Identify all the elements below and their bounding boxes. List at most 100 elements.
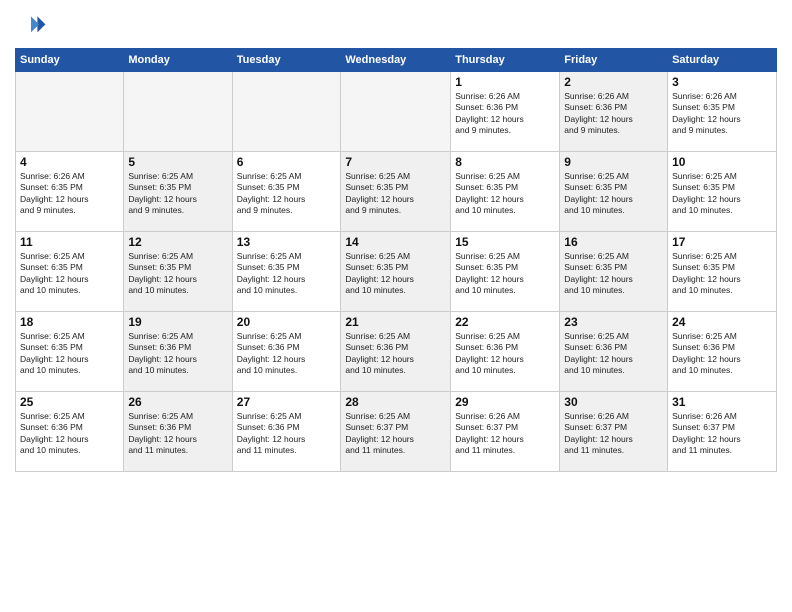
day-number: 17 [672,235,772,249]
day-number: 3 [672,75,772,89]
day-number: 6 [237,155,337,169]
logo-icon [15,10,47,42]
calendar-week-row: 25Sunrise: 6:25 AM Sunset: 6:36 PM Dayli… [16,392,777,472]
calendar-cell: 23 Sunrise: 6:25 AM Sunset: 6:36 PM Dayli… [560,312,668,392]
calendar-cell: 11Sunrise: 6:25 AM Sunset: 6:35 PM Dayli… [16,232,124,312]
calendar-cell [124,72,232,152]
day-info: Sunrise: 6:25 AM Sunset: 6:37 PM Dayligh… [345,411,446,457]
weekday-header: Thursday [451,49,560,72]
calendar-header-row: SundayMondayTuesdayWednesdayThursdayFrid… [16,49,777,72]
day-info: Sunrise: 6:26 AM Sunset: 6:37 PM Dayligh… [672,411,772,457]
calendar-cell [16,72,124,152]
day-number: 18 [20,315,119,329]
day-info: Sunrise: 6:25 AM Sunset: 6:36 PM Dayligh… [455,331,555,377]
calendar-cell: 25Sunrise: 6:25 AM Sunset: 6:36 PM Dayli… [16,392,124,472]
calendar-cell: 6 Sunrise: 6:25 AM Sunset: 6:35 PM Daylig… [232,152,341,232]
day-number: 19 [128,315,227,329]
calendar-cell: 13 Sunrise: 6:25 AM Sunset: 6:35 PM Dayli… [232,232,341,312]
calendar-cell: 21Sunrise: 6:25 AM Sunset: 6:36 PM Dayli… [341,312,451,392]
day-info: Sunrise: 6:25 AM Sunset: 6:35 PM Dayligh… [672,251,772,297]
calendar-cell: 27 Sunrise: 6:25 AM Sunset: 6:36 PM Dayli… [232,392,341,472]
day-number: 4 [20,155,119,169]
calendar-cell: 16Sunrise: 6:25 AM Sunset: 6:35 PM Dayli… [560,232,668,312]
day-info: Sunrise: 6:25 AM Sunset: 6:35 PM Dayligh… [20,331,119,377]
weekday-header: Monday [124,49,232,72]
day-number: 9 [564,155,663,169]
day-info: Sunrise: 6:25 AM Sunset: 6:35 PM Dayligh… [20,251,119,297]
day-info: Sunrise: 6:25 AM Sunset: 6:35 PM Dayligh… [345,171,446,217]
page: SundayMondayTuesdayWednesdayThursdayFrid… [0,0,792,612]
calendar-body: 1 Sunrise: 6:26 AM Sunset: 6:36 PM Daylig… [16,72,777,472]
day-number: 27 [237,395,337,409]
day-info: Sunrise: 6:25 AM Sunset: 6:36 PM Dayligh… [237,411,337,457]
calendar-cell: 15 Sunrise: 6:25 AM Sunset: 6:35 PM Dayli… [451,232,560,312]
calendar-cell: 14 Sunrise: 6:25 AM Sunset: 6:35 PM Dayli… [341,232,451,312]
calendar-cell: 31 Sunrise: 6:26 AM Sunset: 6:37 PM Dayli… [668,392,777,472]
day-info: Sunrise: 6:25 AM Sunset: 6:35 PM Dayligh… [237,171,337,217]
calendar-cell: 28 Sunrise: 6:25 AM Sunset: 6:37 PM Dayli… [341,392,451,472]
day-info: Sunrise: 6:25 AM Sunset: 6:36 PM Dayligh… [128,331,227,377]
calendar-week-row: 11Sunrise: 6:25 AM Sunset: 6:35 PM Dayli… [16,232,777,312]
weekday-header: Wednesday [341,49,451,72]
logo [15,10,51,42]
calendar-cell [341,72,451,152]
day-info: Sunrise: 6:25 AM Sunset: 6:36 PM Dayligh… [564,331,663,377]
day-number: 1 [455,75,555,89]
calendar-cell: 2Sunrise: 6:26 AM Sunset: 6:36 PM Daylig… [560,72,668,152]
day-info: Sunrise: 6:25 AM Sunset: 6:35 PM Dayligh… [237,251,337,297]
calendar-cell: 5 Sunrise: 6:25 AM Sunset: 6:35 PM Daylig… [124,152,232,232]
day-number: 29 [455,395,555,409]
weekday-header: Saturday [668,49,777,72]
day-info: Sunrise: 6:25 AM Sunset: 6:35 PM Dayligh… [455,171,555,217]
calendar-cell: 26 Sunrise: 6:25 AM Sunset: 6:36 PM Dayli… [124,392,232,472]
day-number: 23 [564,315,663,329]
day-info: Sunrise: 6:25 AM Sunset: 6:36 PM Dayligh… [20,411,119,457]
calendar-week-row: 1 Sunrise: 6:26 AM Sunset: 6:36 PM Daylig… [16,72,777,152]
calendar-cell: 7 Sunrise: 6:25 AM Sunset: 6:35 PM Daylig… [341,152,451,232]
day-number: 5 [128,155,227,169]
day-number: 15 [455,235,555,249]
day-info: Sunrise: 6:26 AM Sunset: 6:35 PM Dayligh… [20,171,119,217]
calendar-cell: 18 Sunrise: 6:25 AM Sunset: 6:35 PM Dayli… [16,312,124,392]
calendar-cell: 19 Sunrise: 6:25 AM Sunset: 6:36 PM Dayli… [124,312,232,392]
calendar-cell: 3 Sunrise: 6:26 AM Sunset: 6:35 PM Daylig… [668,72,777,152]
day-number: 21 [345,315,446,329]
day-number: 22 [455,315,555,329]
calendar-cell: 24 Sunrise: 6:25 AM Sunset: 6:36 PM Dayli… [668,312,777,392]
day-info: Sunrise: 6:25 AM Sunset: 6:35 PM Dayligh… [345,251,446,297]
calendar-table: SundayMondayTuesdayWednesdayThursdayFrid… [15,48,777,472]
day-number: 10 [672,155,772,169]
calendar-cell: 4 Sunrise: 6:26 AM Sunset: 6:35 PM Daylig… [16,152,124,232]
weekday-header: Tuesday [232,49,341,72]
day-number: 14 [345,235,446,249]
day-number: 7 [345,155,446,169]
day-number: 30 [564,395,663,409]
day-number: 13 [237,235,337,249]
calendar-week-row: 18 Sunrise: 6:25 AM Sunset: 6:35 PM Dayli… [16,312,777,392]
day-info: Sunrise: 6:26 AM Sunset: 6:36 PM Dayligh… [455,91,555,137]
day-info: Sunrise: 6:26 AM Sunset: 6:37 PM Dayligh… [455,411,555,457]
day-number: 24 [672,315,772,329]
day-info: Sunrise: 6:25 AM Sunset: 6:36 PM Dayligh… [128,411,227,457]
calendar-cell: 1 Sunrise: 6:26 AM Sunset: 6:36 PM Daylig… [451,72,560,152]
day-number: 16 [564,235,663,249]
calendar-cell: 20Sunrise: 6:25 AM Sunset: 6:36 PM Dayli… [232,312,341,392]
day-number: 26 [128,395,227,409]
day-number: 31 [672,395,772,409]
calendar-cell: 10Sunrise: 6:25 AM Sunset: 6:35 PM Dayli… [668,152,777,232]
day-info: Sunrise: 6:25 AM Sunset: 6:36 PM Dayligh… [672,331,772,377]
weekday-header: Friday [560,49,668,72]
day-info: Sunrise: 6:25 AM Sunset: 6:35 PM Dayligh… [455,251,555,297]
day-info: Sunrise: 6:26 AM Sunset: 6:35 PM Dayligh… [672,91,772,137]
day-number: 20 [237,315,337,329]
calendar-cell: 12Sunrise: 6:25 AM Sunset: 6:35 PM Dayli… [124,232,232,312]
calendar-cell: 8 Sunrise: 6:25 AM Sunset: 6:35 PM Daylig… [451,152,560,232]
calendar-cell: 9Sunrise: 6:25 AM Sunset: 6:35 PM Daylig… [560,152,668,232]
header [15,10,777,42]
day-info: Sunrise: 6:25 AM Sunset: 6:35 PM Dayligh… [128,251,227,297]
calendar-cell: 29 Sunrise: 6:26 AM Sunset: 6:37 PM Dayli… [451,392,560,472]
day-number: 8 [455,155,555,169]
day-info: Sunrise: 6:25 AM Sunset: 6:35 PM Dayligh… [128,171,227,217]
day-number: 28 [345,395,446,409]
day-info: Sunrise: 6:26 AM Sunset: 6:37 PM Dayligh… [564,411,663,457]
